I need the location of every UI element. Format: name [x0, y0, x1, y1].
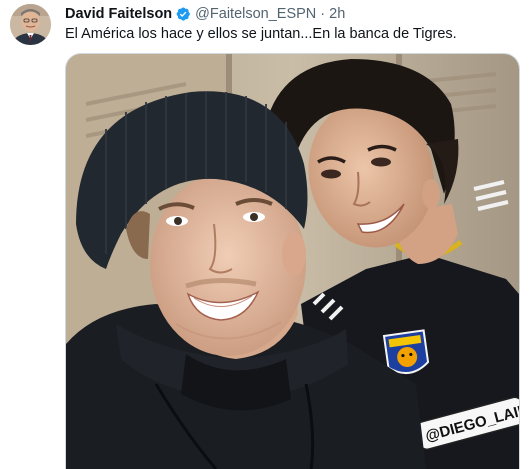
author-avatar[interactable] — [10, 4, 51, 45]
verified-badge-icon — [175, 6, 191, 22]
tweet-photo[interactable]: @DIEGO_LAIN — [65, 53, 520, 469]
avatar-image — [10, 4, 51, 45]
tweet-text: El América los hace y ellos se juntan...… — [65, 26, 457, 42]
separator-dot: · — [320, 6, 326, 22]
tweet-header: David Faitelson @Faitelson_ESPN · 2h — [65, 5, 345, 23]
photo-image: @DIEGO_LAIN — [66, 54, 519, 469]
author-name[interactable]: David Faitelson — [65, 5, 172, 23]
tweet-timestamp[interactable]: 2h — [329, 5, 345, 23]
author-handle[interactable]: @Faitelson_ESPN — [195, 5, 316, 23]
tweet: David Faitelson @Faitelson_ESPN · 2h El … — [0, 0, 529, 469]
